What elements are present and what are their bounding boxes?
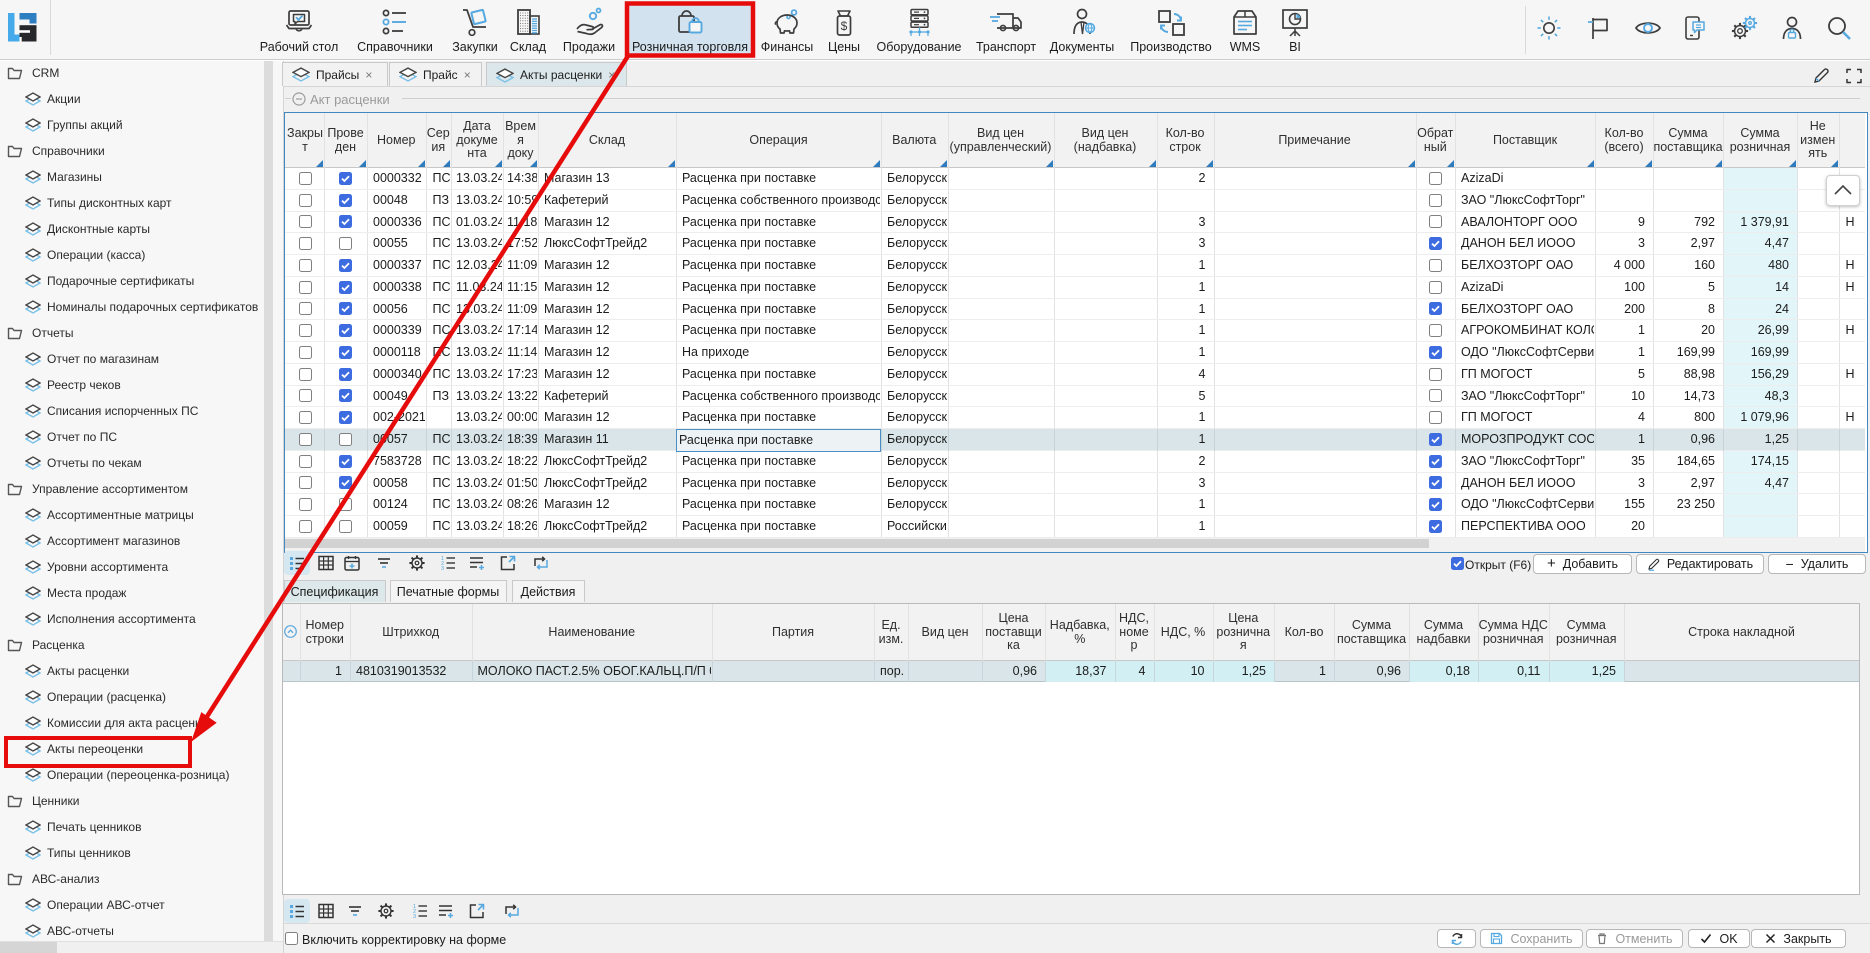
svg-text:3: 3 <box>441 566 444 572</box>
svg-text:3: 3 <box>413 914 416 920</box>
